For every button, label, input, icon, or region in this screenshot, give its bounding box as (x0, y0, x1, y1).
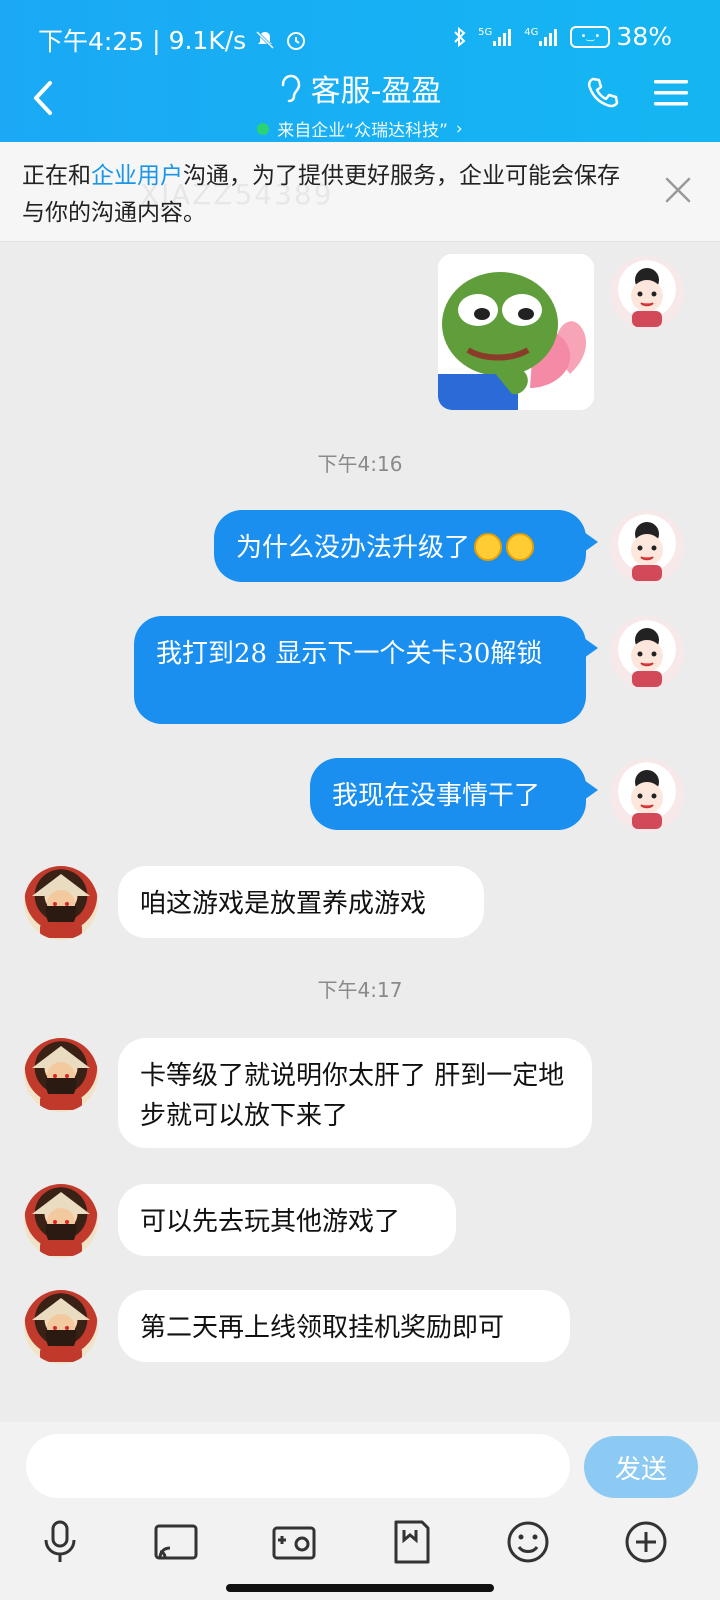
plus-circle-icon (625, 1521, 667, 1563)
signal-4g-icon: 4G (524, 27, 560, 47)
message-bubble-sent[interactable]: 为什么没办法升级了 (214, 510, 598, 582)
message-text: 我现在没事情干了 (332, 781, 541, 811)
close-notice-button[interactable] (664, 176, 692, 216)
message-text: 第二天再上线领取挂机奖励即可 (140, 1313, 505, 1343)
warrior-avatar-icon (32, 1298, 90, 1362)
nav-bar: 客服-盈盈 来自企业“众瑞达科技” › (0, 64, 720, 141)
voice-button[interactable] (32, 1514, 88, 1570)
smiley-icon (507, 1521, 549, 1563)
bluetooth-icon (452, 25, 468, 49)
hamburger-icon (654, 80, 688, 106)
status-bar: 下午4:25 | 9.1K/s 5G 4G •‿• 38% (0, 14, 720, 56)
warrior-avatar-icon (32, 1046, 90, 1110)
chevron-right-icon: › (455, 118, 463, 139)
message-bubble-received[interactable]: 第二天再上线领取挂机奖励即可 (118, 1290, 570, 1362)
my-avatar[interactable] (610, 758, 684, 832)
message-text: 咱这游戏是放置养成游戏 (140, 889, 427, 919)
frog-sticker-image (438, 254, 594, 410)
message-bubble-sent[interactable]: 我打到28 显示下一个关卡30解锁 (134, 616, 598, 724)
agent-avatar[interactable] (24, 866, 98, 940)
cast-icon (154, 1524, 198, 1560)
message-text: 为什么没办法升级了 (236, 533, 471, 563)
photo-button[interactable] (266, 1514, 322, 1570)
girl-avatar-icon (631, 522, 663, 581)
alarm-icon (284, 28, 308, 52)
message-text: 可以先去玩其他游戏了 (140, 1207, 401, 1237)
my-avatar[interactable] (610, 510, 684, 584)
laughing-emoji-icon (506, 533, 535, 561)
toolbar (0, 1514, 720, 1570)
signal-5g-label: 5G (478, 26, 493, 38)
my-avatar[interactable] (610, 616, 684, 690)
warrior-avatar-icon (32, 1192, 90, 1256)
phone-icon (587, 77, 619, 108)
timestamp: 下午4:17 (317, 978, 403, 1002)
agent-avatar[interactable] (24, 1290, 98, 1364)
message-input[interactable] (26, 1434, 570, 1498)
more-button[interactable] (618, 1514, 674, 1570)
company-subtitle: 来自企业“众瑞达科技” (277, 121, 448, 141)
net-speed: 9.1K/s (168, 25, 247, 55)
ear-icon (281, 74, 300, 103)
menu-button[interactable] (654, 78, 688, 112)
battery-level: 38% (616, 22, 672, 51)
message-text: 我打到28 显示下一个关卡30解锁 (156, 639, 543, 669)
agent-avatar[interactable] (24, 1038, 98, 1112)
message-bubble-received[interactable]: 可以先去玩其他游戏了 (118, 1184, 456, 1256)
screen-cast-button[interactable] (148, 1514, 204, 1570)
message-bubble-received[interactable]: 咱这游戏是放置养成游戏 (118, 866, 484, 938)
emoji-button[interactable] (500, 1514, 556, 1570)
signal-5g-icon: 5G (478, 27, 514, 47)
watermark: XJAZZ54389 (140, 178, 334, 211)
laughing-emoji-icon (474, 533, 503, 561)
mute-bell-icon (254, 29, 276, 51)
warrior-avatar-icon (32, 874, 90, 938)
document-icon (394, 1520, 430, 1564)
file-button[interactable] (384, 1514, 440, 1570)
chat-title: 客服-盈盈 (310, 74, 442, 109)
signal-4g-label: 4G (524, 26, 539, 38)
message-text: 卡等级了就说明你太肝了 肝到一定地步就可以放下来了 (140, 1061, 565, 1131)
battery-indicator: •‿• 38% (570, 22, 672, 51)
girl-avatar-icon (631, 770, 663, 829)
message-list[interactable]: 下午4:16 为什么没办法升级了 我打到28 显示下一个关卡30解锁 我现在没事… (0, 242, 720, 1422)
sticker-message[interactable] (438, 254, 594, 410)
notice-text-before: 正在和 (22, 163, 91, 189)
home-indicator[interactable] (226, 1584, 494, 1592)
call-button[interactable] (586, 76, 620, 114)
send-button[interactable]: 发送 (584, 1436, 698, 1498)
my-avatar[interactable] (610, 256, 684, 330)
battery-icon: •‿• (570, 25, 611, 48)
message-bubble-received[interactable]: 卡等级了就说明你太肝了 肝到一定地步就可以放下来了 (118, 1038, 592, 1148)
close-icon (665, 177, 691, 203)
image-icon (272, 1526, 316, 1560)
message-bubble-sent[interactable]: 我现在没事情干了 (310, 758, 598, 830)
microphone-icon (44, 1520, 76, 1562)
input-bar: 发送 (0, 1422, 720, 1600)
timestamp: 下午4:16 (317, 452, 403, 476)
agent-avatar[interactable] (24, 1184, 98, 1258)
top-bar: 下午4:25 | 9.1K/s 5G 4G •‿• 38% 客服-盈盈 来自企业… (0, 0, 720, 142)
privacy-notice: XJAZZ54389 正在和企业用户沟通，为了提供更好服务，企业可能会保存与你的… (0, 142, 720, 242)
status-time: 下午4:25 (38, 27, 145, 56)
online-status-dot (257, 122, 270, 135)
status-divider: | (152, 25, 161, 55)
girl-avatar-icon (631, 628, 663, 687)
girl-avatar-icon (631, 268, 663, 327)
